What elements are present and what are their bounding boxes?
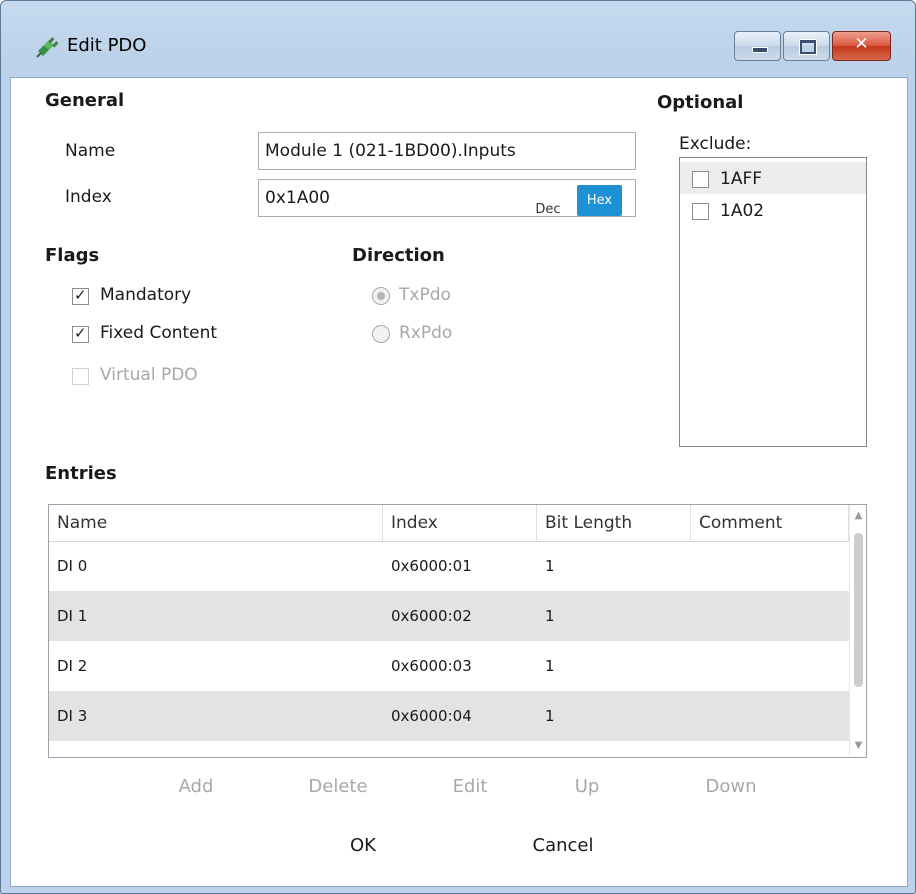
dec-toggle-button[interactable]: Dec bbox=[529, 196, 567, 224]
name-input[interactable] bbox=[259, 133, 635, 169]
row-comment-cell bbox=[691, 541, 699, 591]
exclude-item-1a02[interactable]: 1A02 bbox=[680, 194, 866, 226]
cancel-button[interactable]: Cancel bbox=[517, 835, 609, 863]
dialog-content: General Name Index Dec Hex Optional Excl… bbox=[10, 77, 908, 887]
row-index-cell: 0x6000:03 bbox=[391, 657, 472, 675]
row-name-cell: DI 2 bbox=[57, 657, 88, 675]
row-index-cell: 0x6000:02 bbox=[391, 607, 472, 625]
entries-scrollbar[interactable]: ▲ ▼ bbox=[849, 505, 866, 757]
scroll-down-arrow-icon[interactable]: ▼ bbox=[850, 737, 866, 754]
exclude-list[interactable]: 1AFF 1A02 bbox=[679, 157, 867, 447]
exclude-1aff-checkbox[interactable] bbox=[692, 171, 709, 188]
title-bar[interactable]: Edit PDO ✕ bbox=[1, 1, 915, 77]
exclude-1a02-checkbox[interactable] bbox=[692, 203, 709, 220]
row-bit-length-cell: 1 bbox=[545, 657, 555, 675]
row-name-cell: DI 0 bbox=[57, 557, 88, 575]
fixed-content-checkbox[interactable] bbox=[72, 324, 89, 343]
row-bit-length-cell: 1 bbox=[545, 557, 555, 575]
index-input[interactable] bbox=[259, 180, 519, 216]
row-comment-cell bbox=[691, 641, 699, 691]
row-comment-cell bbox=[691, 691, 699, 741]
rxpdo-label: RxPdo bbox=[399, 323, 453, 343]
up-button[interactable]: Up bbox=[557, 776, 617, 802]
table-row[interactable]: DI 2 0x6000:03 1 bbox=[49, 641, 849, 691]
entries-header-row: Name Index Bit Length Comment bbox=[49, 505, 849, 542]
row-name-cell: DI 1 bbox=[57, 607, 88, 625]
txpdo-label: TxPdo bbox=[399, 285, 451, 305]
exclude-item-label: 1AFF bbox=[720, 169, 763, 189]
entries-heading: Entries bbox=[45, 463, 117, 484]
close-icon: ✕ bbox=[854, 34, 869, 54]
close-button[interactable]: ✕ bbox=[832, 31, 891, 61]
edit-button[interactable]: Edit bbox=[435, 776, 505, 802]
general-heading: General bbox=[45, 90, 125, 111]
virtual-pdo-checkbox[interactable] bbox=[72, 368, 89, 385]
index-label: Index bbox=[65, 187, 112, 207]
add-button[interactable]: Add bbox=[161, 776, 231, 802]
row-name-cell: DI 3 bbox=[57, 707, 88, 725]
virtual-pdo-label: Virtual PDO bbox=[100, 365, 198, 385]
column-header-bit-length[interactable]: Bit Length bbox=[537, 505, 691, 541]
scroll-thumb[interactable] bbox=[854, 533, 863, 687]
optional-heading: Optional bbox=[657, 92, 744, 113]
table-row[interactable]: DI 1 0x6000:02 1 bbox=[49, 591, 849, 641]
row-comment-cell bbox=[691, 591, 699, 641]
maximize-icon bbox=[799, 39, 817, 55]
row-index-cell: 0x6000:01 bbox=[391, 557, 472, 575]
scroll-up-arrow-icon[interactable]: ▲ bbox=[850, 507, 866, 524]
fixed-content-label[interactable]: Fixed Content bbox=[100, 323, 217, 343]
column-header-index[interactable]: Index bbox=[383, 505, 537, 541]
exclude-item-1aff[interactable]: 1AFF bbox=[680, 162, 866, 194]
window-title: Edit PDO bbox=[67, 35, 147, 56]
exclude-item-label: 1A02 bbox=[720, 201, 765, 221]
column-header-comment[interactable]: Comment bbox=[691, 505, 849, 541]
ok-button[interactable]: OK bbox=[333, 835, 393, 863]
pdo-plug-icon bbox=[36, 37, 59, 58]
delete-button[interactable]: Delete bbox=[295, 776, 381, 802]
maximize-button[interactable] bbox=[783, 31, 830, 61]
flags-heading: Flags bbox=[45, 245, 100, 266]
minimize-button[interactable] bbox=[734, 31, 781, 61]
edit-pdo-window: Edit PDO ✕ General Name Index Dec Hex Op… bbox=[0, 0, 916, 894]
table-row[interactable]: DI 3 0x6000:04 1 bbox=[49, 691, 849, 741]
name-field-box bbox=[258, 132, 636, 170]
entries-grid[interactable]: Name Index Bit Length Comment DI 0 0x600… bbox=[48, 504, 867, 758]
table-row[interactable]: DI 0 0x6000:01 1 bbox=[49, 541, 849, 591]
rxpdo-radio[interactable] bbox=[372, 325, 390, 343]
row-bit-length-cell: 1 bbox=[545, 707, 555, 725]
hex-toggle-button[interactable]: Hex bbox=[577, 185, 622, 216]
down-button[interactable]: Down bbox=[691, 776, 771, 802]
name-label: Name bbox=[65, 141, 116, 161]
row-bit-length-cell: 1 bbox=[545, 607, 555, 625]
minimize-icon bbox=[752, 47, 768, 53]
mandatory-label[interactable]: Mandatory bbox=[100, 285, 191, 305]
direction-heading: Direction bbox=[352, 245, 445, 266]
exclude-label: Exclude: bbox=[679, 134, 752, 154]
mandatory-checkbox[interactable] bbox=[72, 286, 89, 305]
column-header-name[interactable]: Name bbox=[49, 505, 383, 541]
row-index-cell: 0x6000:04 bbox=[391, 707, 472, 725]
txpdo-radio[interactable] bbox=[372, 287, 390, 305]
